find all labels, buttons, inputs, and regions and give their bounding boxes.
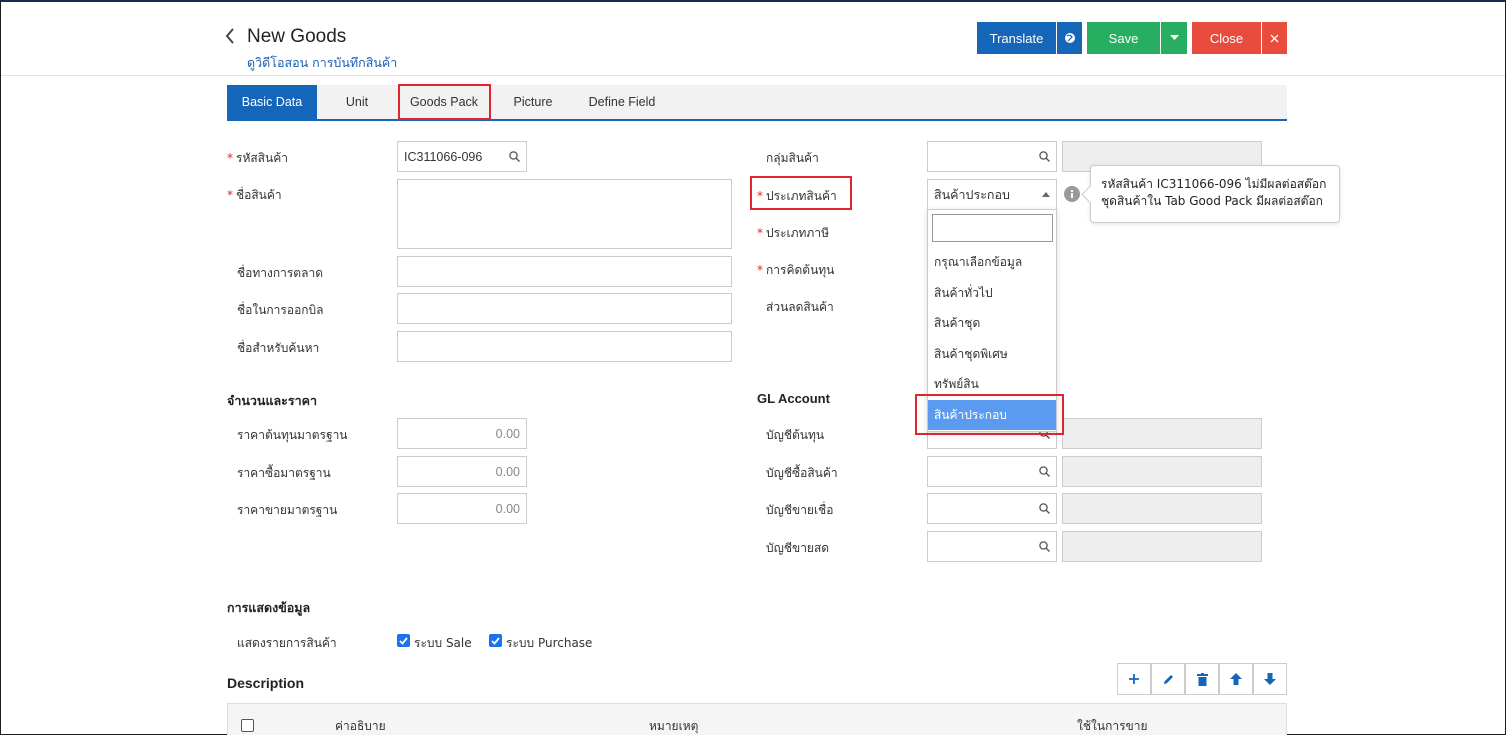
dropdown-option[interactable]: สินค้าทั่วไป <box>928 278 1056 308</box>
page-title: New Goods <box>247 26 347 47</box>
marketing-name-field[interactable] <box>397 256 732 287</box>
dropdown-option[interactable]: สินค้าชุด <box>928 308 1056 338</box>
cost-account-name-readonly <box>1062 418 1262 449</box>
display-section-title: การแสดงข้อมูล <box>227 600 311 615</box>
tax-type-label: ประเภทภาษี <box>766 226 829 240</box>
marketing-name-label: ชื่อทางการตลาด <box>237 266 323 280</box>
purchase-account-field[interactable] <box>927 456 1057 487</box>
header-divider <box>1 75 1505 76</box>
std-buy-field[interactable]: 0.00 <box>397 456 527 487</box>
type-select[interactable]: สินค้าประกอบ <box>927 179 1057 210</box>
purchase-checkbox[interactable] <box>489 634 502 647</box>
sale-checkbox-label: ระบบ Sale <box>414 636 472 650</box>
goods-pack-highlight <box>398 84 491 120</box>
save-button[interactable]: Save <box>1087 22 1160 54</box>
name-label: ชื่อสินค้า <box>236 188 282 202</box>
tooltip-line-2: ชุดสินค้าใน Tab Good Pack มีผลต่อสต๊อก <box>1101 194 1323 208</box>
check-icon <box>399 636 408 645</box>
search-icon[interactable] <box>1039 503 1050 514</box>
add-icon[interactable] <box>1117 663 1151 695</box>
globe-icon[interactable] <box>1057 22 1082 54</box>
description-title: Description <box>227 675 305 691</box>
arrow-down-icon[interactable] <box>1253 663 1287 695</box>
select-all-checkbox[interactable] <box>241 719 254 732</box>
code-value: IC311066-096 <box>404 149 483 164</box>
dropdown-option[interactable]: สินค้าชุดพิเศษ <box>928 339 1056 369</box>
code-label-row: * รหัสสินค้า <box>227 151 288 165</box>
std-sell-label: ราคาขายมาตรฐาน <box>237 503 338 517</box>
type-select-value: สินค้าประกอบ <box>934 187 1010 202</box>
chevron-left-icon[interactable] <box>224 26 236 50</box>
billing-name-field[interactable] <box>397 293 732 324</box>
save-dropdown-caret-icon[interactable] <box>1161 22 1187 54</box>
show-items-label: แสดงรายการสินค้า <box>237 636 337 650</box>
code-label: รหัสสินค้า <box>236 151 288 165</box>
dropdown-search-input[interactable] <box>932 214 1053 242</box>
caret-up-icon <box>1042 192 1050 197</box>
search-name-label: ชื่อสำหรับค้นหา <box>237 341 320 355</box>
tooltip-line-1: รหัสสินค้า IC311066-096 ไม่มีผลต่อสต๊อก <box>1101 177 1327 191</box>
tax-type-label-row: * ประเภทภาษี <box>757 226 829 240</box>
cash-sale-account-field[interactable] <box>927 531 1057 562</box>
costing-label: การคิดต้นทุน <box>766 263 835 277</box>
name-textarea[interactable] <box>397 179 732 249</box>
close-button[interactable]: Close <box>1192 22 1261 54</box>
tab-picture[interactable]: Picture <box>493 85 573 119</box>
close-x-icon[interactable] <box>1262 22 1287 54</box>
info-icon[interactable] <box>1064 186 1080 205</box>
discount-label: ส่วนลดสินค้า <box>766 300 834 314</box>
tutorial-video-link[interactable]: ดูวิดีโอสอน การบันทึกสินค้า <box>247 53 397 73</box>
description-table-header: ค่าอธิบาย หมายเหตุ ใช้ในการขาย <box>227 703 1287 735</box>
dropdown-option[interactable]: กรุณาเลือกข้อมูล <box>928 247 1056 277</box>
search-icon[interactable] <box>1039 541 1050 552</box>
check-icon <box>491 636 500 645</box>
price-section-title: จำนวนและราคา <box>227 393 317 408</box>
group-field[interactable] <box>927 141 1057 172</box>
group-label: กลุ่มสินค้า <box>766 151 819 165</box>
arrow-up-icon[interactable] <box>1219 663 1253 695</box>
search-name-field[interactable] <box>397 331 732 362</box>
tab-unit[interactable]: Unit <box>317 85 397 119</box>
column-header-description: ค่าอธิบาย <box>335 719 386 733</box>
purchase-account-label: บัญชีซื้อสินค้า <box>766 466 838 480</box>
search-icon[interactable] <box>509 151 520 162</box>
tab-basic-data[interactable]: Basic Data <box>227 85 317 119</box>
column-header-remark: หมายเหตุ <box>649 719 699 733</box>
sale-checkbox[interactable] <box>397 634 410 647</box>
cash-sale-account-label: บัญชีขายสด <box>766 541 830 555</box>
translate-button[interactable]: Translate <box>977 22 1056 54</box>
billing-name-label: ชื่อในการออกบิล <box>237 303 324 317</box>
search-icon[interactable] <box>1039 466 1050 477</box>
purchase-account-name-readonly <box>1062 456 1262 487</box>
std-sell-field[interactable]: 0.00 <box>397 493 527 524</box>
credit-sale-account-label: บัญชีขายเชื่อ <box>766 503 834 517</box>
code-field[interactable]: IC311066-096 <box>397 141 527 172</box>
name-label-row: * ชื่อสินค้า <box>227 188 282 202</box>
credit-sale-account-name-readonly <box>1062 493 1262 524</box>
credit-sale-account-field[interactable] <box>927 493 1057 524</box>
type-label-highlight <box>750 176 852 210</box>
std-cost-label: ราคาต้นทุนมาตรฐาน <box>237 428 348 442</box>
cost-account-label: บัญชีต้นทุน <box>766 428 825 442</box>
trash-icon[interactable] <box>1185 663 1219 695</box>
search-icon[interactable] <box>1039 151 1050 162</box>
stock-info-tooltip: รหัสสินค้า IC311066-096 ไม่มีผลต่อสต๊อก … <box>1090 165 1340 223</box>
std-buy-label: ราคาซื้อมาตรฐาน <box>237 466 331 480</box>
std-cost-field[interactable]: 0.00 <box>397 418 527 449</box>
cash-sale-account-name-readonly <box>1062 531 1262 562</box>
costing-label-row: * การคิดต้นทุน <box>757 263 835 277</box>
tab-define-field[interactable]: Define Field <box>573 85 671 119</box>
column-header-use-in-sale: ใช้ในการขาย <box>1077 719 1148 733</box>
edit-pencil-icon[interactable] <box>1151 663 1185 695</box>
tab-bar: Basic Data Unit Goods Pack Picture Defin… <box>227 85 1287 121</box>
gl-section-title: GL Account <box>757 391 830 406</box>
purchase-checkbox-label: ระบบ Purchase <box>506 636 593 650</box>
selected-option-highlight <box>915 394 1064 435</box>
